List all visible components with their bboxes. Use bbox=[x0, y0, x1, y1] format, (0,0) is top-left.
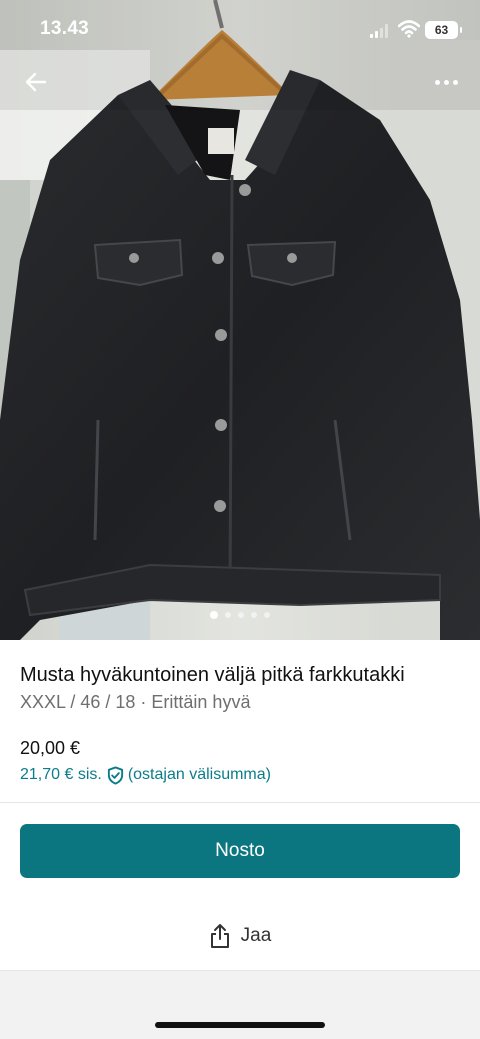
status-bar: 13.43 63 bbox=[0, 0, 480, 60]
buy-button[interactable]: Nosto bbox=[20, 824, 460, 878]
pager-dot[interactable] bbox=[251, 612, 257, 618]
cellular-signal-icon bbox=[370, 24, 388, 38]
shield-check-icon bbox=[107, 765, 123, 785]
pager-dot[interactable] bbox=[225, 612, 231, 618]
share-button[interactable]: Jaa bbox=[0, 916, 480, 956]
more-options-button[interactable] bbox=[424, 66, 468, 98]
share-icon bbox=[210, 924, 229, 948]
listing-photo[interactable] bbox=[0, 0, 480, 640]
pager-dot-active[interactable] bbox=[210, 611, 218, 619]
listing-price: 20,00 € bbox=[20, 738, 81, 758]
protection-note: (ostajan välisumma) bbox=[127, 766, 271, 783]
listing-title: Musta hyväkuntoinen väljä pitkä farkkuta… bbox=[20, 664, 405, 686]
battery-indicator: 63 bbox=[425, 21, 462, 39]
divider bbox=[0, 802, 480, 803]
photo-pager[interactable] bbox=[0, 611, 480, 619]
footer-band bbox=[0, 970, 480, 1039]
buyer-protection-row[interactable]: 21,70 € sis. (ostajan välisumma) bbox=[20, 764, 460, 786]
protected-price: 21,70 € sis. bbox=[20, 766, 102, 783]
more-dots-icon bbox=[443, 79, 449, 85]
more-dots-icon bbox=[452, 79, 458, 85]
arrow-left-icon bbox=[25, 72, 47, 92]
listing-meta: XXXL / 46 / 18 · Erittäin hyvä bbox=[20, 692, 251, 712]
listing-info: Musta hyväkuntoinen väljä pitkä farkkuta… bbox=[20, 662, 460, 786]
jacket-photo bbox=[0, 0, 480, 640]
pager-dot[interactable] bbox=[238, 612, 244, 618]
share-label: Jaa bbox=[240, 925, 272, 946]
more-dots-icon bbox=[434, 79, 440, 85]
pager-dot[interactable] bbox=[264, 612, 270, 618]
wifi-icon bbox=[398, 20, 420, 38]
back-button[interactable] bbox=[20, 66, 52, 98]
home-indicator bbox=[155, 1022, 325, 1028]
status-time: 13.43 bbox=[40, 18, 90, 39]
